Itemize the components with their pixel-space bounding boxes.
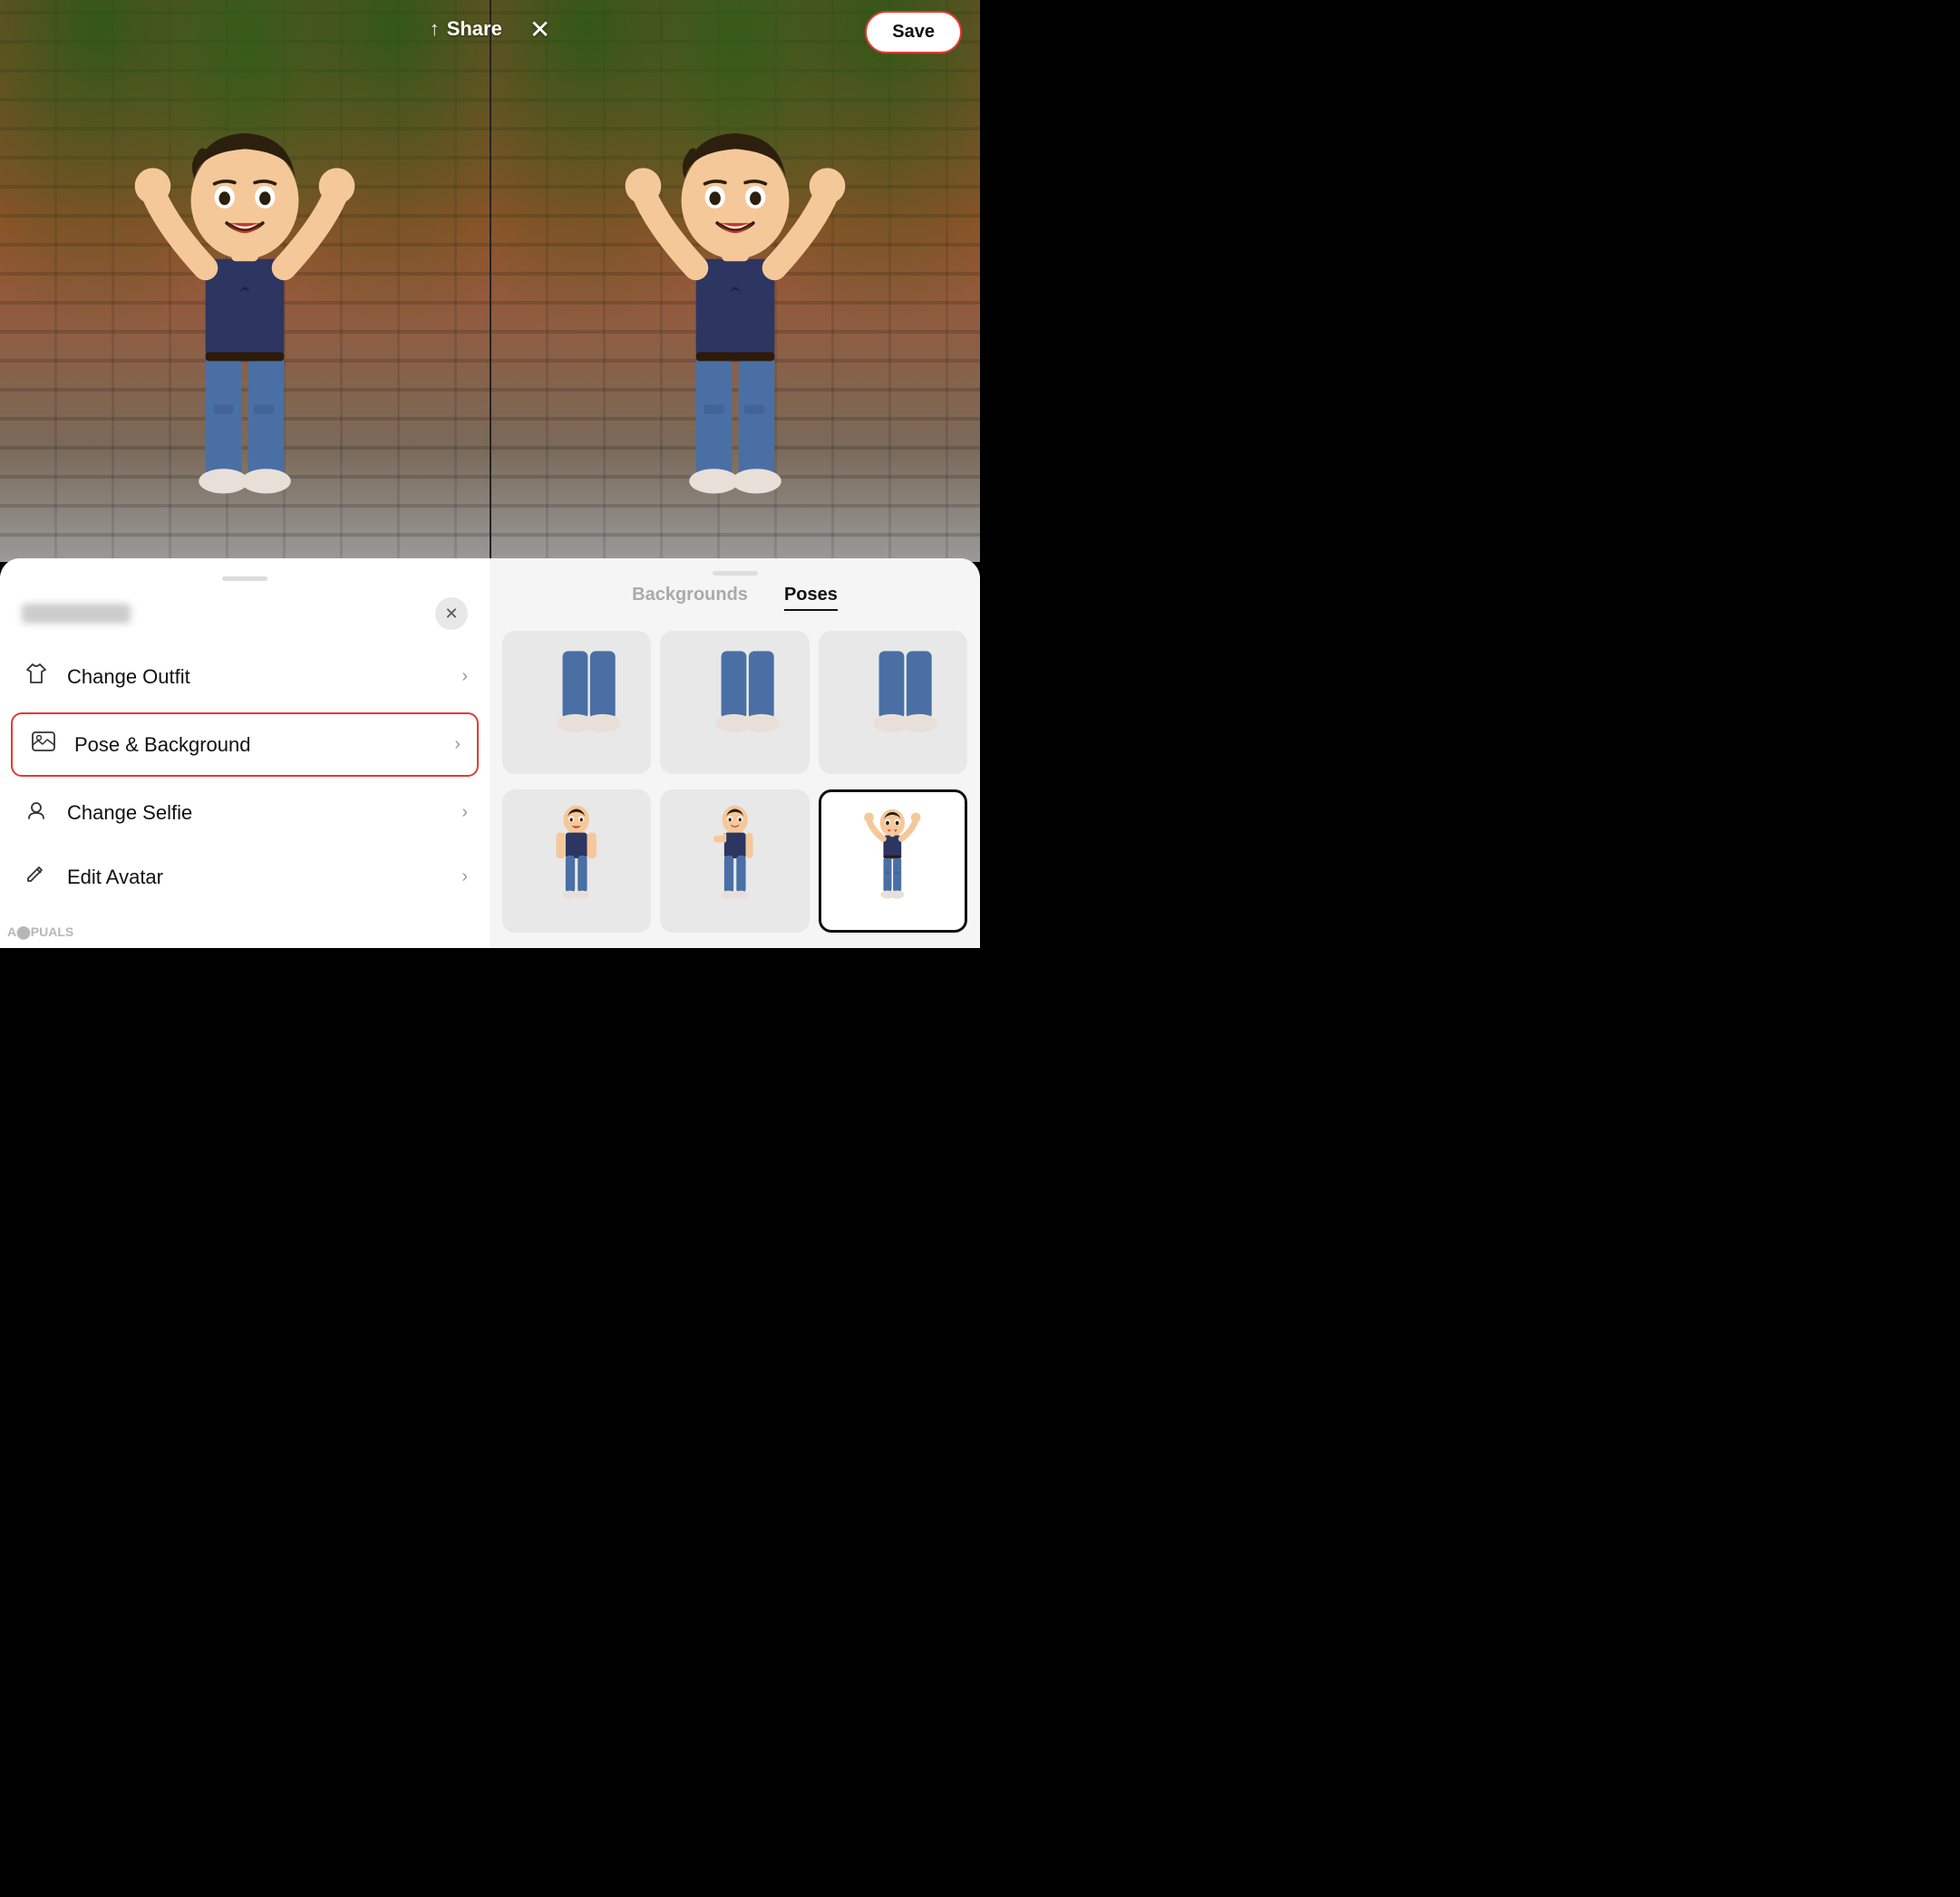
pose-card-5[interactable] [660, 789, 809, 933]
edit-icon [22, 861, 51, 893]
top-bar: ↑ Share ✕ Save [0, 0, 980, 58]
avatar-panel-right [490, 0, 981, 562]
selfie-icon [22, 797, 51, 828]
tabs-row: Backgrounds Poses [490, 585, 980, 622]
edit-avatar-label: Edit Avatar [67, 866, 163, 889]
drag-handle-left [222, 576, 267, 581]
right-panel: Backgrounds Poses [490, 558, 980, 948]
pose-card-1[interactable] [502, 631, 651, 774]
user-name [22, 604, 131, 624]
pose-bg-icon [29, 729, 58, 760]
avatar-figure-left [127, 91, 363, 562]
change-outfit-label: Change Outfit [67, 665, 190, 689]
drag-handle-right [713, 571, 758, 576]
avatar-figure-right [617, 91, 853, 562]
share-label: Share [447, 17, 502, 41]
save-button[interactable]: Save [865, 11, 962, 53]
tab-backgrounds[interactable]: Backgrounds [632, 585, 748, 611]
pose-card-6[interactable] [819, 789, 967, 933]
outfit-icon [22, 661, 51, 692]
change-selfie-item[interactable]: Change Selfie › [0, 780, 490, 845]
pose-card-4[interactable] [502, 789, 651, 933]
edit-avatar-item[interactable]: Edit Avatar › [0, 845, 490, 909]
share-icon: ↑ [430, 17, 440, 41]
user-row: ✕ [0, 597, 490, 644]
close-button[interactable]: ✕ [529, 15, 550, 44]
watermark-text: A⬤PUALS [7, 924, 73, 939]
pose-card-3[interactable] [819, 631, 967, 774]
pose-background-item[interactable]: Pose & Background › [11, 712, 479, 777]
change-selfie-label: Change Selfie [67, 801, 192, 825]
pose-background-chevron: › [454, 734, 461, 755]
edit-avatar-chevron: › [461, 866, 468, 887]
tab-poses[interactable]: Poses [784, 585, 838, 611]
pose-background-label: Pose & Background [74, 733, 250, 757]
poses-grid [490, 622, 980, 948]
avatar-area: ↑ Share ✕ Save [0, 0, 980, 562]
change-selfie-chevron: › [461, 802, 468, 823]
change-outfit-item[interactable]: Change Outfit › [0, 644, 490, 709]
avatar-panel-left [0, 0, 490, 562]
share-button[interactable]: ↑ Share [430, 17, 502, 41]
pose-card-2[interactable] [660, 631, 809, 774]
change-outfit-chevron: › [461, 666, 468, 687]
watermark: A⬤PUALS [7, 924, 73, 941]
close-icon: ✕ [529, 15, 550, 44]
menu-close-button[interactable]: ✕ [435, 597, 468, 630]
bottom-panel: ✕ Change Outfit › [0, 558, 980, 948]
save-label: Save [892, 22, 935, 42]
left-menu: ✕ Change Outfit › [0, 558, 490, 948]
x-icon: ✕ [444, 605, 458, 624]
